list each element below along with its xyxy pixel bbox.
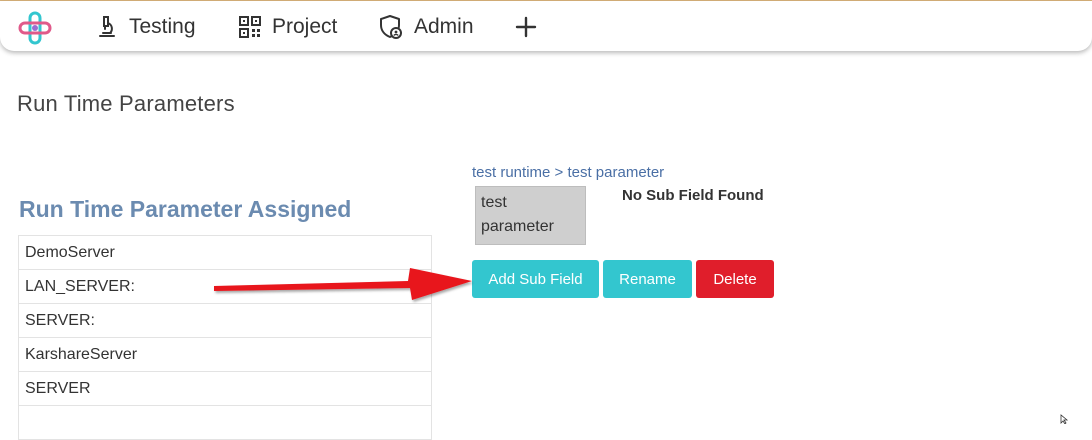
microscope-icon — [99, 16, 115, 37]
breadcrumb[interactable]: test runtime > test parameter — [472, 164, 664, 181]
add-sub-field-button[interactable]: Add Sub Field — [472, 260, 599, 298]
rename-button[interactable]: Rename — [603, 260, 692, 298]
empty-subfield-message: No Sub Field Found — [622, 187, 764, 204]
delete-button[interactable]: Delete — [696, 260, 774, 298]
list-item[interactable] — [18, 406, 432, 440]
top-navbar: Testing Project Admin — [0, 1, 1092, 51]
add-nav-button[interactable] — [515, 12, 547, 42]
nav-project-label: Project — [272, 15, 338, 38]
page-title: Run Time Parameters — [17, 91, 235, 116]
annotation-arrow-icon — [214, 268, 472, 300]
qr-code-icon — [239, 16, 261, 38]
assigned-section-title: Run Time Parameter Assigned — [19, 196, 352, 222]
nav-testing[interactable]: Testing — [95, 12, 196, 42]
nav-project[interactable]: Project — [238, 12, 337, 42]
app-logo-icon[interactable] — [18, 11, 52, 45]
list-item[interactable]: KarshareServer — [18, 338, 432, 372]
list-item[interactable]: SERVER: — [18, 304, 432, 338]
nav-admin[interactable]: Admin — [378, 12, 474, 42]
shield-user-icon — [380, 15, 402, 39]
mouse-cursor-icon — [1060, 414, 1069, 424]
nav-testing-label: Testing — [129, 15, 196, 38]
plus-icon — [515, 16, 537, 38]
selected-parameter-box[interactable]: test parameter — [475, 186, 586, 245]
nav-admin-label: Admin — [414, 15, 474, 38]
list-item[interactable]: SERVER — [18, 372, 432, 406]
